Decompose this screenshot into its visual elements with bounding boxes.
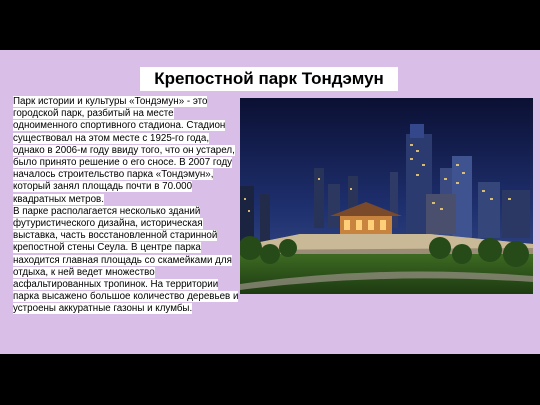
slide: Крепостной парк Тондэмун Парк истории и …: [0, 50, 540, 354]
slide-title: Крепостной парк Тондэмун: [140, 67, 398, 91]
city-night-scene: [240, 98, 533, 294]
park-night-photo: [240, 98, 533, 294]
slide-body-text: Парк истории и культуры «Тондэмун» - это…: [13, 96, 239, 316]
paragraph-history-text: Парк истории и культуры «Тондэмун» - это…: [13, 96, 235, 205]
paragraph-history: Парк истории и культуры «Тондэмун» - это…: [13, 96, 239, 206]
paragraph-park-features-text: В парке располагается несколько зданий ф…: [13, 205, 239, 315]
paragraph-park-features: В парке располагается несколько зданий ф…: [13, 205, 239, 316]
